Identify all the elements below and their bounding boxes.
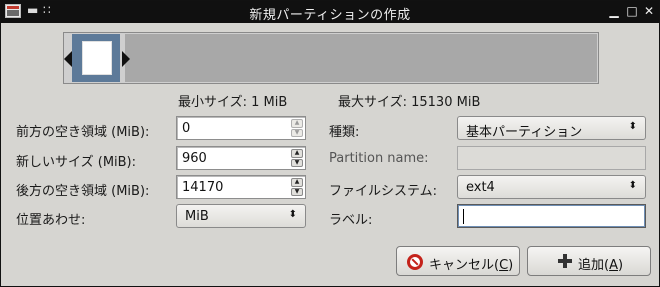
- min-size-label: 最小サイズ: 1 MiB: [178, 95, 288, 110]
- max-size-label: 最大サイズ: 15130 MiB: [338, 95, 481, 110]
- new-partition-dialog: ▬ ∷ 新規パーティションの作成 ▁ □ ✕ 最小サイズ: 1 MiB 最大サイ…: [0, 0, 660, 287]
- cancel-icon: [407, 254, 423, 270]
- add-button[interactable]: 追加(A): [527, 246, 651, 276]
- align-combo[interactable]: MiB ⬍: [176, 204, 306, 228]
- free-before-down-icon: ▼: [291, 128, 303, 137]
- filesystem-combo[interactable]: ext4 ⬍: [457, 175, 646, 199]
- unallocated-space: [125, 34, 597, 82]
- align-label: 位置あわせ:: [16, 213, 86, 228]
- window-title: 新規パーティションの作成: [249, 8, 411, 23]
- plus-icon: [558, 254, 572, 268]
- fs-label-field[interactable]: [457, 204, 646, 228]
- add-label: 追加(A): [578, 258, 624, 273]
- new-size-spinbox[interactable]: 960 ▲ ▼: [176, 146, 306, 170]
- fs-label-label: ラベル:: [329, 213, 373, 228]
- new-size-label: 新しいサイズ (MiB):: [16, 155, 137, 170]
- text-caret: [463, 209, 464, 224]
- cancel-label: キャンセル(C): [429, 258, 514, 273]
- new-size-down-icon[interactable]: ▼: [291, 158, 303, 167]
- filesystem-value: ext4: [466, 180, 495, 195]
- free-after-value: 14170: [182, 180, 224, 195]
- title-bar[interactable]: ▬ ∷ 新規パーティションの作成 ▁ □ ✕: [1, 1, 659, 23]
- partition-name-label: Partition name:: [329, 151, 429, 166]
- filesystem-label: ファイルシステム:: [329, 184, 437, 199]
- free-before-value: 0: [182, 121, 191, 136]
- partition-name-field: [457, 146, 646, 170]
- new-size-value: 960: [182, 151, 207, 166]
- filesystem-chevron-icon: ⬍: [628, 180, 637, 191]
- minimize-icon[interactable]: ▁: [607, 3, 621, 19]
- partition-type-chevron-icon: ⬍: [628, 121, 637, 132]
- type-label: 種類:: [329, 125, 360, 140]
- new-size-up-icon[interactable]: ▲: [291, 149, 303, 158]
- free-before-label: 前方の空き領域 (MiB):: [16, 125, 150, 140]
- align-value: MiB: [185, 209, 209, 224]
- free-before-spinbox[interactable]: 0 ▲ ▼: [176, 116, 306, 140]
- partition-type-combo[interactable]: 基本パーティション ⬍: [457, 116, 646, 140]
- partition-type-value: 基本パーティション: [466, 125, 583, 140]
- partition-resizer[interactable]: [63, 32, 599, 84]
- free-after-down-icon[interactable]: ▼: [291, 187, 303, 196]
- free-before-up-icon: ▲: [291, 119, 303, 128]
- new-partition-block[interactable]: [72, 34, 120, 82]
- free-after-up-icon[interactable]: ▲: [291, 178, 303, 187]
- maximize-icon[interactable]: □: [625, 3, 639, 19]
- close-icon[interactable]: ✕: [642, 3, 656, 19]
- resize-handle-left[interactable]: [64, 51, 72, 67]
- align-chevron-icon: ⬍: [288, 209, 297, 220]
- free-after-spinbox[interactable]: 14170 ▲ ▼: [176, 175, 306, 199]
- free-after-label: 後方の空き領域 (MiB):: [16, 184, 150, 199]
- resize-handle-right[interactable]: [122, 51, 130, 67]
- partition-used-area: [82, 41, 112, 75]
- cancel-button[interactable]: キャンセル(C): [396, 246, 520, 276]
